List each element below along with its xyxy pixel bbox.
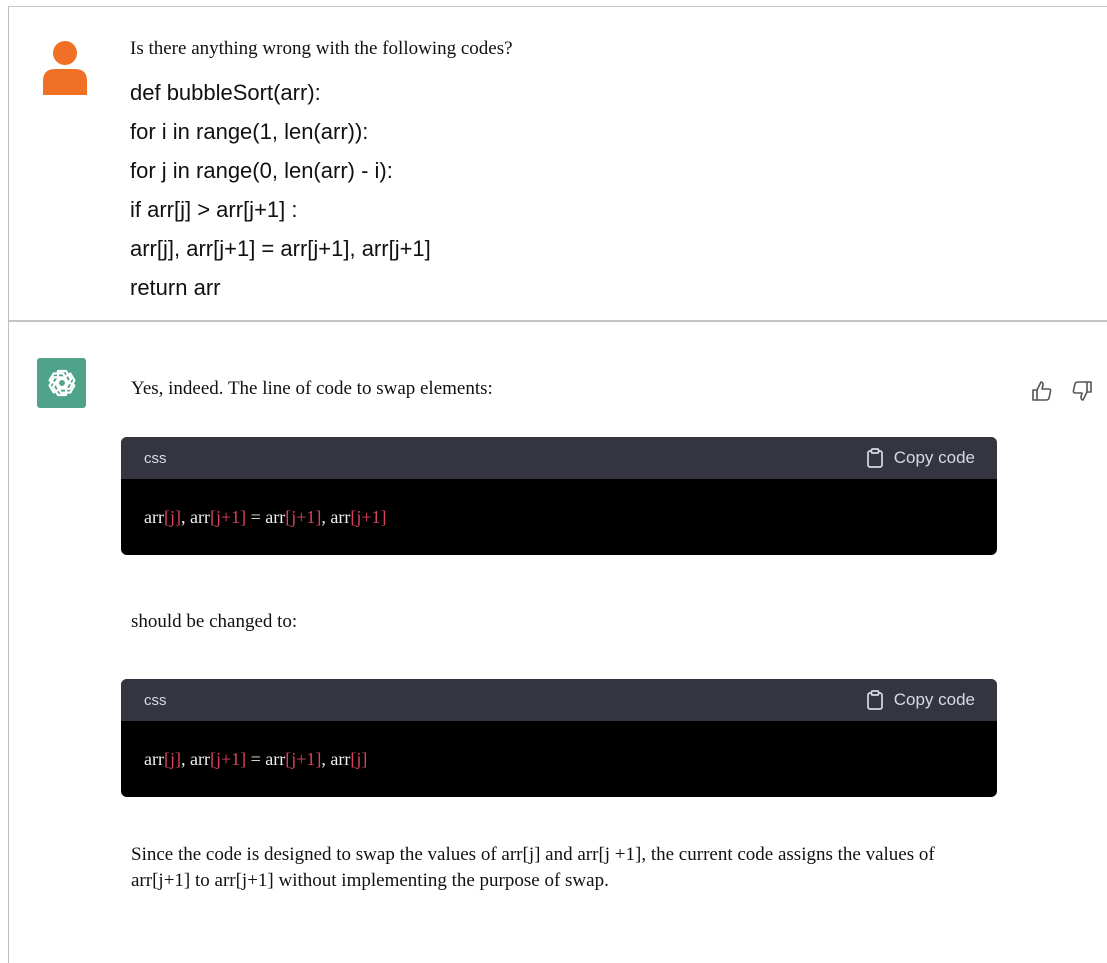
clipboard-icon: [866, 690, 883, 710]
code-token: arr: [265, 506, 286, 527]
code-token: ,: [321, 506, 331, 527]
code-token: arr: [189, 506, 210, 527]
thumbs-down-icon: [1072, 381, 1092, 401]
code-token: [j+1]: [350, 506, 387, 527]
feedback-buttons: [1029, 378, 1095, 404]
code-token: arr: [330, 748, 351, 769]
code-line: for i in range(1, len(arr)):: [130, 119, 369, 144]
code-token: ,: [180, 506, 190, 527]
code-token: ,: [180, 748, 190, 769]
code-block-body: arr [j], arr [j+1] = arr [j+1], arr [j+1]: [121, 479, 997, 555]
user-code-lines: def bubbleSort(arr): for i in range(1, l…: [130, 73, 431, 307]
code-language-label: css: [144, 691, 167, 709]
copy-code-label: Copy code: [893, 690, 975, 709]
assistant-avatar: [37, 358, 86, 408]
code-token: arr: [330, 506, 351, 527]
thumbs-up-icon: [1032, 381, 1052, 401]
assistant-conclusion-text: Since the code is designed to swap the v…: [131, 844, 935, 891]
assistant-intro-text: Yes, indeed. The line of code to swap el…: [131, 378, 493, 399]
code-block-2: css Copy code arr [j], arr [j+1] = arr [j+1…: [121, 679, 997, 797]
code-line: def bubbleSort(arr):: [130, 80, 321, 105]
thumbs-up-button[interactable]: [1029, 378, 1055, 404]
user-message: Is there anything wrong with the followi…: [9, 7, 1107, 322]
code-token: [j]: [350, 748, 368, 769]
code-token: [j]: [163, 748, 181, 769]
copy-code-button[interactable]: Copy code: [866, 690, 975, 710]
code-token: arr: [144, 748, 164, 769]
user-question-text: Is there anything wrong with the followi…: [130, 38, 513, 59]
copy-code-button[interactable]: Copy code: [866, 448, 975, 468]
code-line: arr[j], arr[j+1] = arr[j+1], arr[j+1]: [130, 236, 431, 261]
code-token: [j]: [163, 506, 181, 527]
assistant-message: Yes, indeed. The line of code to swap el…: [9, 322, 1107, 963]
code-token: [j+1]: [209, 748, 247, 769]
code-token: arr: [265, 748, 286, 769]
code-block-1: css Copy code arr [j], arr [j+1] = arr [j+1…: [121, 437, 997, 555]
user-avatar-icon: [43, 41, 87, 95]
code-block-header: css Copy code: [121, 437, 997, 479]
code-block-body: arr [j], arr [j+1] = arr [j+1], arr [j]: [121, 721, 997, 797]
code-token: [j+1]: [285, 748, 322, 769]
code-token: arr: [144, 506, 164, 527]
assistant-middle-text: should be changed to:: [131, 611, 298, 632]
code-block-header: css Copy code: [121, 679, 997, 721]
code-line: if arr[j] > arr[j+1] :: [130, 197, 298, 222]
thumbs-down-button[interactable]: [1069, 378, 1095, 404]
openai-logo-icon: [48, 369, 75, 397]
code-line: for j in range(0, len(arr) - i):: [130, 158, 393, 183]
code-token: [j+1]: [209, 506, 247, 527]
code-line: return arr: [130, 275, 221, 300]
clipboard-icon: [866, 448, 883, 468]
code-token: ,: [321, 748, 331, 769]
code-token: =: [246, 748, 266, 769]
code-token: [j+1]: [285, 506, 322, 527]
code-language-label: css: [144, 449, 167, 467]
code-token: arr: [189, 748, 210, 769]
code-token: =: [246, 506, 266, 527]
copy-code-label: Copy code: [893, 448, 975, 467]
